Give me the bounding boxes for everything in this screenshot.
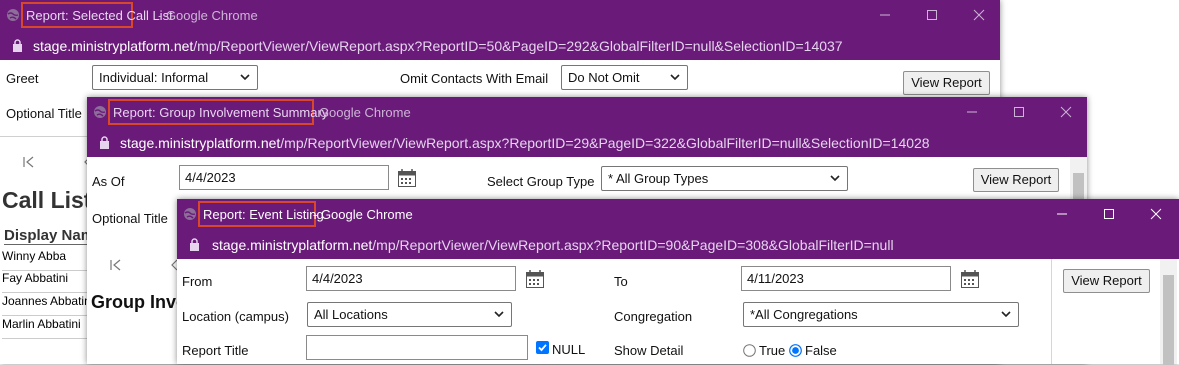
url-host: stage.ministryplatform.net bbox=[120, 135, 281, 151]
address-bar[interactable]: stage.ministryplatform.net/mp/ReportView… bbox=[177, 230, 1179, 259]
as-of-label: As Of bbox=[92, 174, 125, 189]
url-host: stage.ministryplatform.net bbox=[33, 38, 194, 54]
chevron-down-icon bbox=[830, 175, 840, 182]
group-type-label: Select Group Type bbox=[487, 174, 595, 189]
congregation-label: Congregation bbox=[614, 309, 693, 324]
globe-icon bbox=[7, 9, 19, 21]
window-title: Report: Event Listing bbox=[203, 207, 324, 222]
maximize-icon[interactable] bbox=[917, 4, 947, 26]
globe-icon bbox=[184, 208, 196, 220]
report-title-label: Report Title bbox=[182, 343, 249, 358]
lock-icon bbox=[13, 39, 22, 52]
calendar-icon[interactable] bbox=[960, 269, 980, 289]
omit-contacts-select-value: Do Not Omit bbox=[568, 70, 640, 85]
view-report-button[interactable]: View Report bbox=[1063, 269, 1150, 293]
report-title-input[interactable] bbox=[306, 335, 528, 360]
table-row: Joannes Abbatini bbox=[2, 294, 88, 316]
show-detail-label: Show Detail bbox=[614, 343, 684, 358]
congregation-select[interactable]: *All Congregations bbox=[743, 302, 1019, 327]
window-title-suffix: - Google Chrome bbox=[313, 207, 413, 222]
location-select-value: All Locations bbox=[314, 307, 388, 322]
greet-select-value: Individual: Informal bbox=[99, 70, 209, 85]
to-date-input[interactable]: 4/11/2023 bbox=[741, 266, 951, 291]
report-heading: Call List bbox=[2, 187, 92, 213]
first-page-icon[interactable] bbox=[109, 258, 123, 272]
from-label: From bbox=[182, 274, 213, 289]
minimize-icon[interactable] bbox=[957, 101, 987, 123]
group-type-select[interactable]: * All Group Types bbox=[601, 166, 848, 191]
chevron-down-icon bbox=[670, 74, 680, 81]
location-label: Location (campus) bbox=[182, 309, 289, 324]
url-path: /mp/ReportViewer/ViewReport.aspx?ReportI… bbox=[193, 38, 843, 54]
scrollbar[interactable] bbox=[1160, 259, 1177, 365]
omit-contacts-label: Omit Contacts With Email bbox=[400, 71, 549, 86]
calendar-icon[interactable] bbox=[397, 168, 417, 188]
scrollbar-thumb[interactable] bbox=[1163, 275, 1174, 365]
lock-icon bbox=[190, 238, 199, 251]
address-bar[interactable]: stage.ministryplatform.net/mp/ReportView… bbox=[87, 128, 1087, 157]
lock-icon bbox=[100, 136, 109, 149]
address-bar[interactable]: stage.ministryplatform.net/mp/ReportView… bbox=[0, 31, 1000, 60]
maximize-icon[interactable] bbox=[1004, 101, 1034, 123]
location-select[interactable]: All Locations bbox=[307, 302, 512, 327]
calendar-icon[interactable] bbox=[525, 269, 545, 289]
group-type-select-value: * All Group Types bbox=[608, 171, 709, 186]
table-row: Marlin Abbatini bbox=[2, 317, 88, 339]
show-detail-true-label: True bbox=[759, 343, 786, 358]
url-host: stage.ministryplatform.net bbox=[212, 237, 373, 253]
congregation-select-value: *All Congregations bbox=[750, 307, 858, 322]
close-icon[interactable] bbox=[1141, 203, 1171, 225]
chevron-down-icon bbox=[494, 311, 504, 318]
to-label: To bbox=[614, 274, 628, 289]
minimize-icon[interactable] bbox=[870, 4, 900, 26]
first-page-icon[interactable] bbox=[22, 155, 36, 169]
window-title-suffix: - Google Chrome bbox=[158, 8, 258, 23]
greet-label: Greet bbox=[6, 71, 39, 86]
window-title: Report: Group Involvement Summary bbox=[113, 105, 329, 120]
maximize-icon[interactable] bbox=[1094, 203, 1124, 225]
table-row: Fay Abbatini bbox=[2, 271, 88, 293]
show-detail-true-radio[interactable] bbox=[743, 344, 756, 357]
parameter-panel-divider bbox=[1051, 259, 1052, 364]
column-header-display-name: Display Name bbox=[4, 227, 88, 245]
window-title: Report: Selected Call List bbox=[26, 8, 173, 23]
table-row: Winny Abba bbox=[2, 249, 88, 271]
url-text: stage.ministryplatform.net/mp/ReportView… bbox=[33, 38, 843, 54]
omit-contacts-select[interactable]: Do Not Omit bbox=[561, 65, 688, 90]
close-icon[interactable] bbox=[964, 4, 994, 26]
null-checkbox[interactable] bbox=[536, 341, 549, 354]
toolbar-divider bbox=[0, 136, 90, 137]
title-bar[interactable]: Report: Event Listing - Google Chrome bbox=[177, 199, 1179, 230]
url-path: /mp/ReportViewer/ViewReport.aspx?ReportI… bbox=[372, 237, 894, 253]
url-text: stage.ministryplatform.net/mp/ReportView… bbox=[212, 237, 894, 253]
view-report-button[interactable]: View Report bbox=[973, 168, 1059, 192]
show-detail-false-label: False bbox=[805, 343, 837, 358]
window-event-listing: Report: Event Listing - Google Chrome st… bbox=[177, 199, 1179, 365]
from-date-input[interactable]: 4/4/2023 bbox=[306, 266, 516, 291]
minimize-icon[interactable] bbox=[1047, 203, 1077, 225]
optional-title-label: Optional Title bbox=[6, 106, 82, 121]
greet-select[interactable]: Individual: Informal bbox=[92, 65, 258, 90]
chevron-down-icon bbox=[240, 74, 250, 81]
window-title-suffix: - Google Chrome bbox=[311, 105, 411, 120]
report-viewer: From 4/4/2023 To 4/11/2023 View Report L… bbox=[177, 259, 1179, 365]
title-bar[interactable]: Report: Selected Call List - Google Chro… bbox=[0, 0, 1000, 31]
view-report-button[interactable]: View Report bbox=[903, 71, 990, 95]
show-detail-false-radio[interactable] bbox=[789, 344, 802, 357]
globe-icon bbox=[94, 106, 106, 118]
optional-title-label: Optional Title bbox=[92, 211, 168, 226]
close-icon[interactable] bbox=[1051, 101, 1081, 123]
url-text: stage.ministryplatform.net/mp/ReportView… bbox=[120, 135, 930, 151]
title-bar[interactable]: Report: Group Involvement Summary - Goog… bbox=[87, 97, 1087, 128]
chevron-down-icon bbox=[1001, 311, 1011, 318]
url-path: /mp/ReportViewer/ViewReport.aspx?ReportI… bbox=[280, 135, 930, 151]
as-of-date-input[interactable]: 4/4/2023 bbox=[179, 165, 389, 190]
null-label: NULL bbox=[552, 342, 586, 357]
